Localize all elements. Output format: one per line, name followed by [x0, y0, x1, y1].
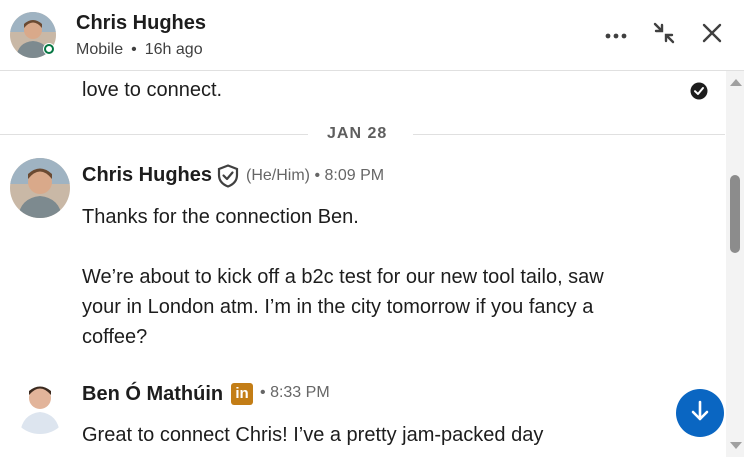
more-options-button[interactable]	[601, 20, 631, 50]
jump-to-latest-button[interactable]	[676, 389, 724, 437]
more-icon	[605, 26, 627, 44]
message-list[interactable]: love to connect. JAN 28 Chris Hughes (He…	[0, 71, 726, 457]
contact-status: Mobile • 16h ago	[76, 41, 203, 59]
close-button[interactable]	[697, 20, 727, 50]
contact-name[interactable]: Chris Hughes	[76, 12, 206, 35]
message-text: Thanks for the connection Ben. We’re abo…	[82, 206, 604, 348]
arrow-down-icon	[690, 400, 710, 427]
message-time: 8:09 PM	[324, 167, 385, 184]
meta-separator: •	[260, 384, 266, 401]
minimize-icon	[652, 21, 676, 50]
close-icon	[702, 23, 722, 48]
date-divider-label: JAN 28	[327, 125, 388, 142]
sender-name[interactable]: Ben Ó Mathúin	[82, 383, 223, 406]
message-meta: (He/Him) • 8:09 PM	[246, 167, 384, 185]
minimize-button[interactable]	[649, 20, 679, 50]
scroll-down-arrow[interactable]	[730, 442, 742, 449]
scrollbar[interactable]	[726, 71, 744, 457]
sender-name[interactable]: Chris Hughes	[82, 164, 212, 187]
meta-separator: •	[314, 167, 321, 184]
separator: •	[131, 41, 137, 58]
message-text-partial: love to connect.	[82, 79, 223, 101]
scroll-up-arrow[interactable]	[730, 79, 742, 86]
message-text: Great to connect Chris! I’ve a pretty ja…	[82, 424, 544, 446]
badge-label: in	[235, 385, 249, 402]
message-time: 8:33 PM	[270, 384, 330, 401]
device-label: Mobile	[76, 41, 124, 58]
sender-avatar[interactable]	[10, 374, 70, 434]
message-meta: • 8:33 PM	[260, 384, 330, 402]
conversation-header: Chris Hughes Mobile • 16h ago	[0, 0, 744, 71]
online-status-indicator	[43, 43, 55, 55]
scrollbar-thumb[interactable]	[730, 175, 740, 253]
last-active: 16h ago	[144, 41, 203, 58]
sender-avatar[interactable]	[10, 158, 70, 218]
verified-shield-icon	[217, 164, 239, 193]
seen-check-icon	[690, 82, 708, 100]
linkedin-premium-badge: in	[231, 383, 253, 405]
pronouns: (He/Him)	[246, 167, 310, 184]
